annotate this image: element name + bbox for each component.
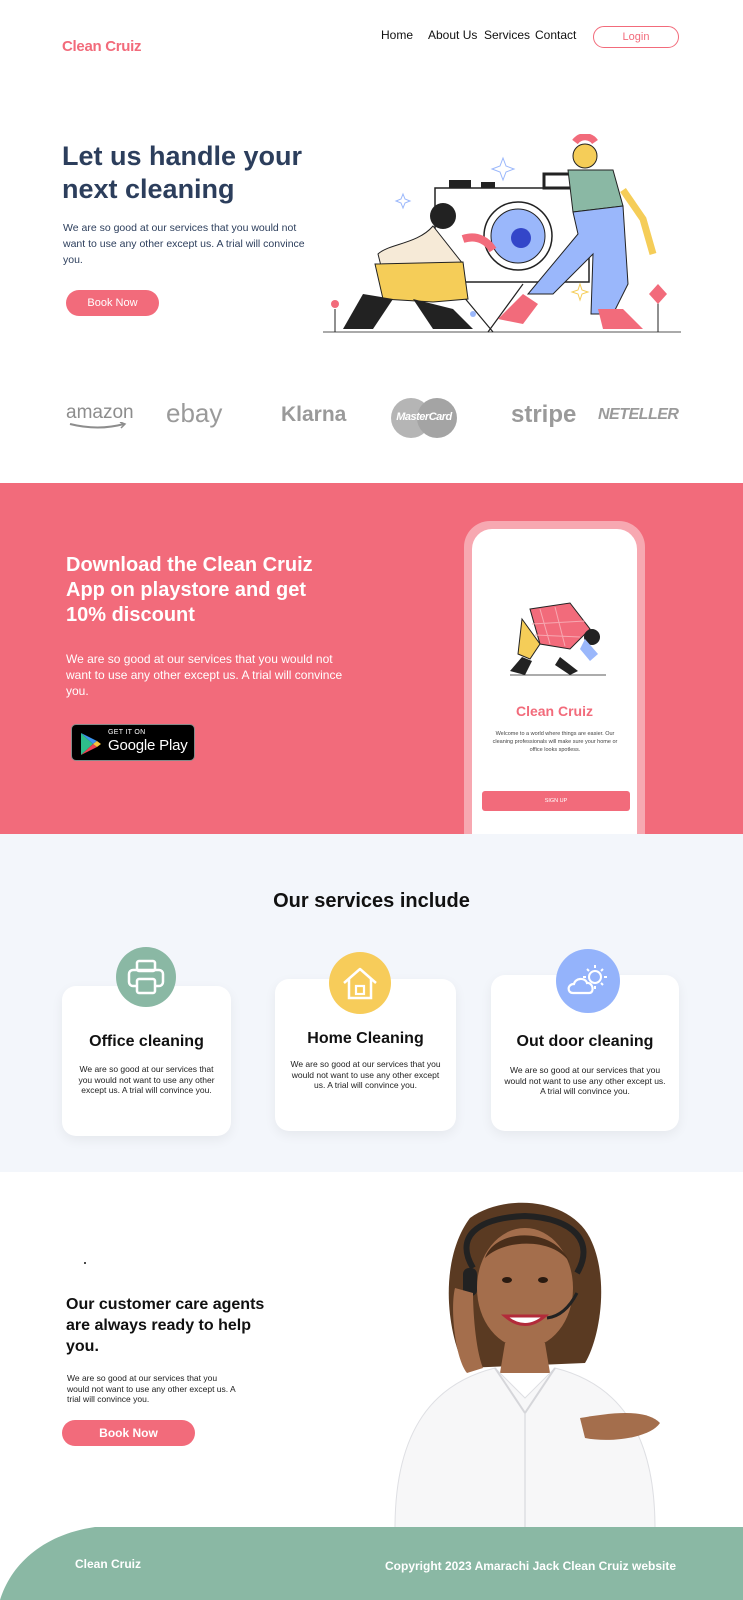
- partner-logo-amazon: amazon: [66, 402, 134, 423]
- partner-logo-klarna: Klarna: [281, 403, 347, 426]
- play-store-icon: [81, 733, 101, 755]
- cleaning-illustration: [323, 134, 681, 333]
- phone-text: Welcome to a world where things are easi…: [492, 731, 618, 753]
- service-title-office: Office cleaning: [89, 1033, 204, 1050]
- nav-home[interactable]: Home: [381, 28, 413, 42]
- nav-about-us[interactable]: About Us: [428, 28, 477, 42]
- customer-agent-photo: [394, 1202, 660, 1528]
- phone-cleaner-illustration: [510, 602, 606, 676]
- partner-logo-ebay: ebay: [166, 398, 223, 428]
- service-text-office: We are so good at our services that you …: [78, 1064, 215, 1095]
- amazon-smile-icon: [69, 422, 127, 429]
- service-text-home: We are so good at our services that you …: [290, 1059, 441, 1090]
- mastercard-logo: MasterCard: [391, 398, 457, 438]
- partner-logos: amazon ebay Klarna MasterCard stripe NET…: [0, 396, 743, 446]
- phone-screen: Clean Cruiz Welcome to a world where thi…: [472, 529, 637, 834]
- partner-logo-mastercard: MasterCard: [396, 411, 452, 423]
- phone-mockup: Clean Cruiz Welcome to a world where thi…: [464, 521, 645, 834]
- login-button[interactable]: Login: [593, 26, 679, 48]
- footer-copyright: Copyright 2023 Amarachi Jack Clean Cruiz…: [385, 1559, 676, 1573]
- hero-book-now-button[interactable]: Book Now: [66, 290, 159, 316]
- google-play-small-text: GET IT ON: [108, 729, 146, 736]
- google-play-label: Google Play: [108, 737, 188, 754]
- agents-title: Our customer care agents are always read…: [66, 1296, 265, 1355]
- agents-text: We are so good at our services that you …: [67, 1373, 236, 1404]
- partner-logo-neteller: NETELLER: [598, 406, 679, 423]
- nav-services[interactable]: Services: [484, 28, 530, 42]
- services-title: Our services include: [273, 890, 470, 912]
- logo[interactable]: Clean Cruiz: [62, 38, 142, 55]
- printer-icon: [116, 947, 176, 1007]
- phone-brand: Clean Cruiz: [515, 703, 593, 719]
- agents-book-now-button[interactable]: Book Now: [62, 1420, 195, 1446]
- decorative-dot: [84, 1262, 86, 1264]
- partner-logo-stripe: stripe: [511, 401, 577, 428]
- house-icon: [329, 952, 391, 1014]
- service-card-office[interactable]: Office cleaning We are so good at our se…: [62, 986, 231, 1136]
- hero-text: We are so good at our services that you …: [63, 222, 305, 266]
- download-text: We are so good at our services that you …: [66, 652, 343, 698]
- phone-signup-button[interactable]: SIGN UP: [482, 791, 630, 811]
- footer-logo[interactable]: Clean Cruiz: [75, 1557, 141, 1571]
- service-title-outdoor: Out door cleaning: [516, 1033, 654, 1050]
- cloud-sun-icon: [556, 949, 620, 1013]
- services-section: Our services include Office cleaning We …: [0, 834, 743, 1172]
- service-title-home: Home Cleaning: [307, 1030, 424, 1047]
- download-section: Download the Clean Cruiz App on playstor…: [0, 483, 743, 834]
- hero-title: Let us handle your next cleaning: [62, 141, 303, 204]
- download-title: Download the Clean Cruiz App on playstor…: [66, 554, 313, 626]
- nav-contact[interactable]: Contact: [535, 28, 576, 42]
- service-text-outdoor: We are so good at our services that you …: [504, 1065, 666, 1096]
- google-play-button[interactable]: GET IT ON Google Play: [71, 724, 195, 761]
